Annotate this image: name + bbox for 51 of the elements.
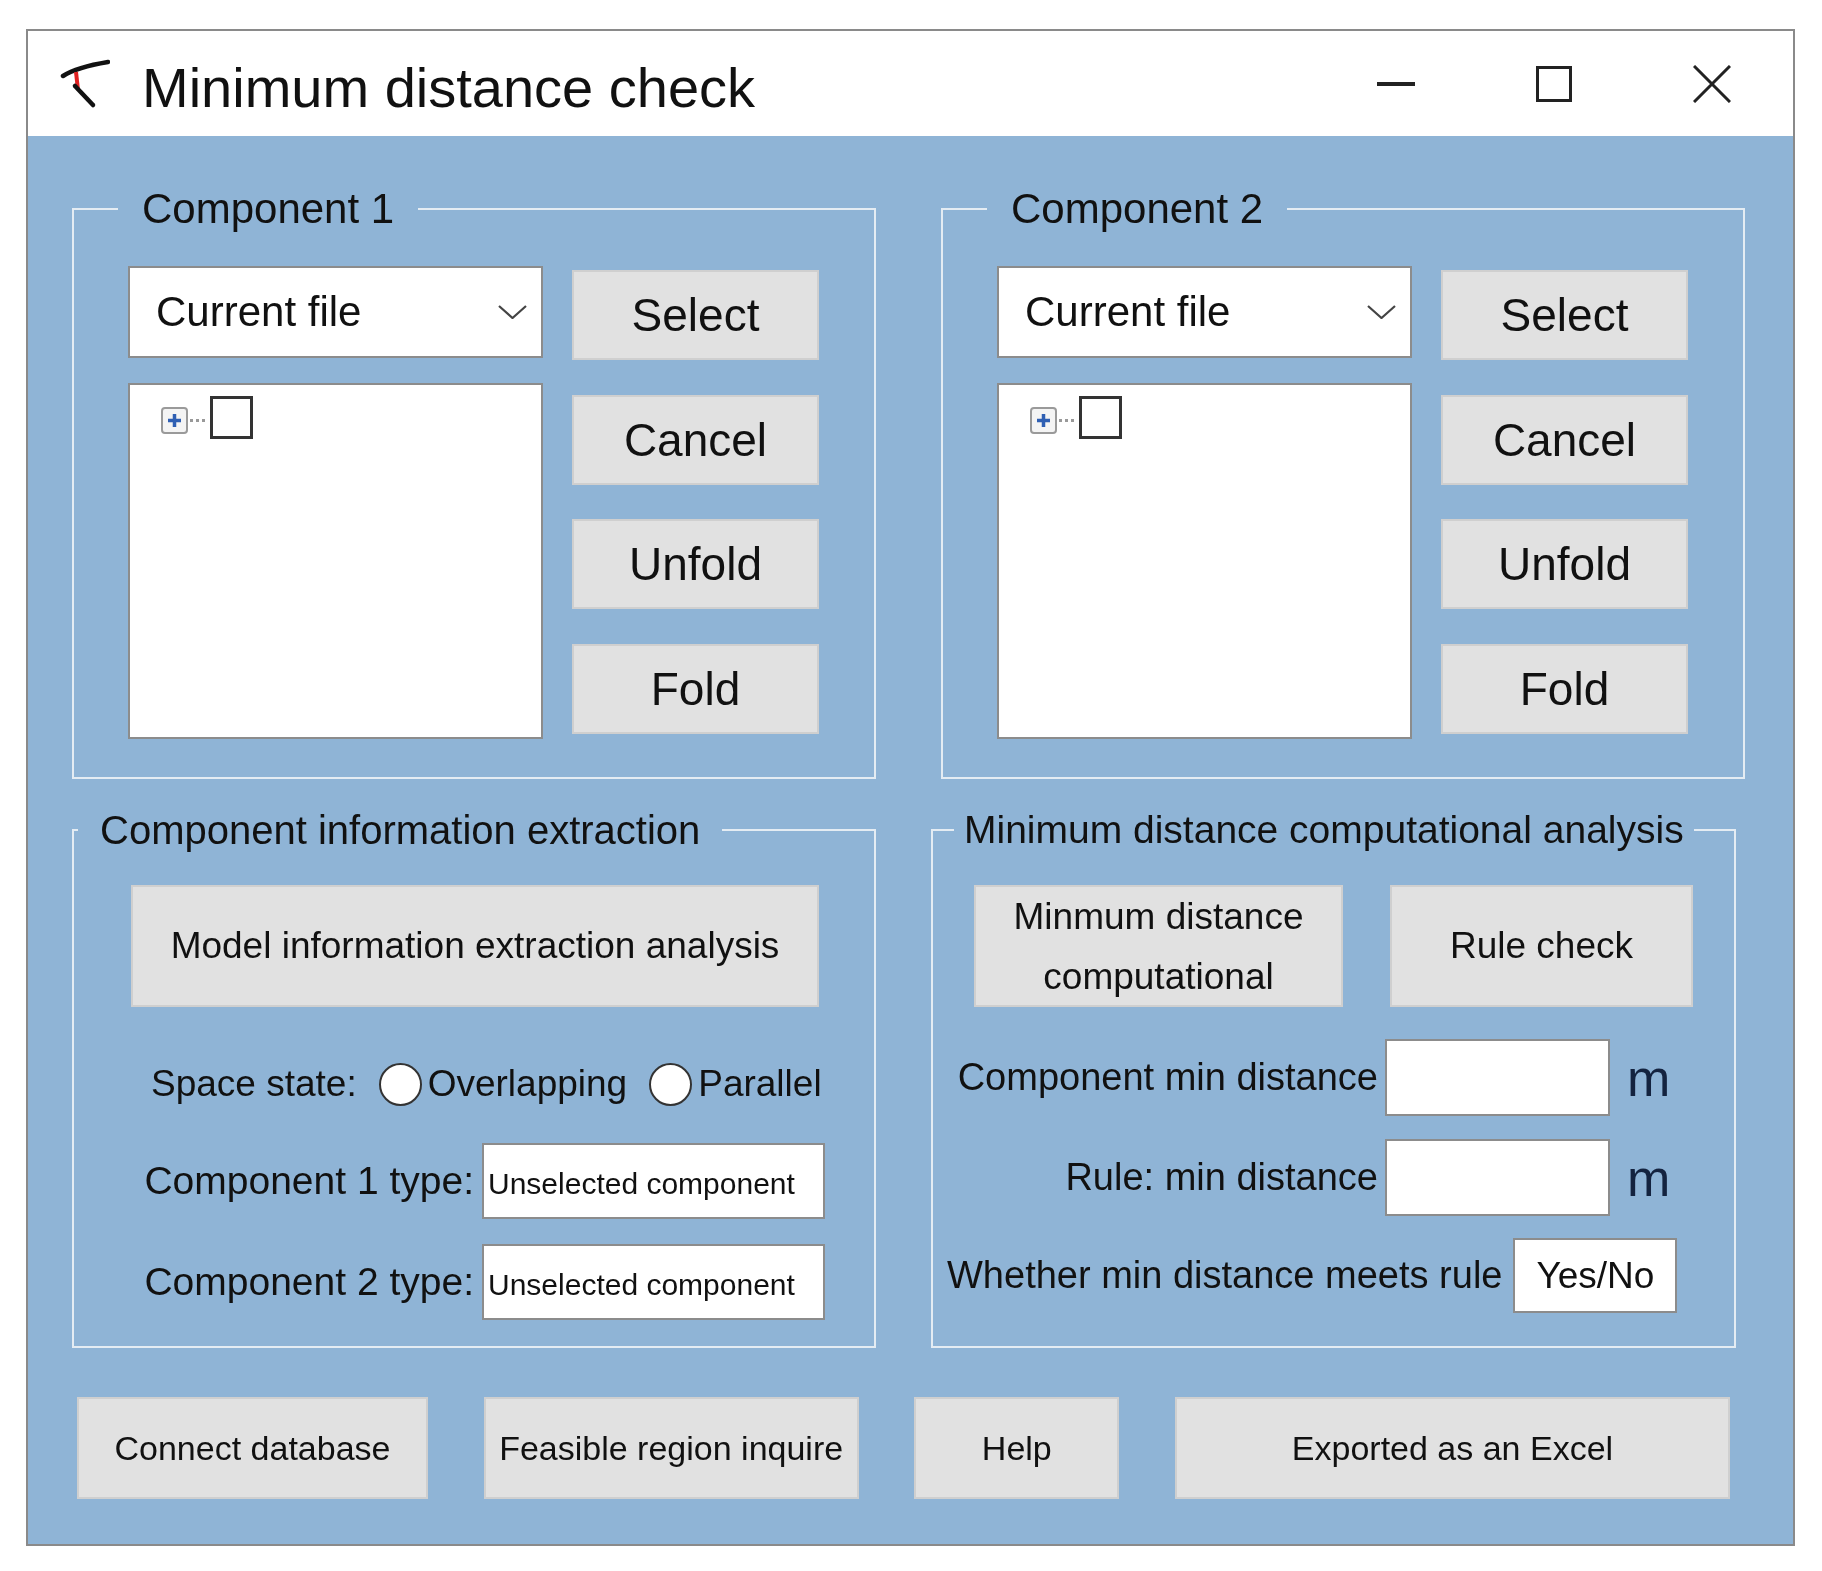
- action-button[interactable]: Cancel: [572, 394, 819, 485]
- action-button[interactable]: Select: [1441, 270, 1688, 360]
- action-button[interactable]: Rule check: [1390, 885, 1693, 1007]
- tree-line: [188, 419, 206, 422]
- action-button[interactable]: Connect database: [77, 1397, 428, 1499]
- value-field[interactable]: Yes/No: [1513, 1238, 1678, 1313]
- source-dropdown[interactable]: Current file: [128, 266, 543, 358]
- value-field[interactable]: [1385, 1039, 1610, 1116]
- app-icon: [60, 58, 110, 109]
- group-title: Component 1: [141, 185, 396, 233]
- plus-icon[interactable]: [1030, 407, 1057, 434]
- radio-label[interactable]: Parallel: [698, 1063, 822, 1105]
- action-button[interactable]: Select: [572, 270, 819, 360]
- type-field: Unselected component: [482, 1244, 825, 1320]
- chevron-down-icon: [1367, 305, 1396, 319]
- field-label: Rule: min distance: [1064, 1156, 1378, 1199]
- action-button[interactable]: Unfold: [572, 519, 819, 610]
- radio-button[interactable]: [649, 1062, 693, 1106]
- action-button[interactable]: Feasible region inquire: [483, 1397, 859, 1499]
- field-label: Component 1 type:: [144, 1159, 474, 1203]
- value-field[interactable]: [1385, 1139, 1610, 1216]
- action-button[interactable]: Fold: [1441, 643, 1688, 734]
- action-button[interactable]: Cancel: [1441, 394, 1688, 485]
- unit-label: m: [1627, 1047, 1671, 1108]
- group-title: Component 2: [1010, 185, 1265, 233]
- maximize-icon[interactable]: [1536, 65, 1572, 102]
- radio-button[interactable]: [378, 1062, 422, 1106]
- node-checkbox[interactable]: [1079, 396, 1122, 439]
- action-button[interactable]: Minmum distance computational: [974, 885, 1343, 1007]
- radio-label[interactable]: Overlapping: [427, 1063, 628, 1105]
- minimize-icon[interactable]: [1377, 81, 1415, 86]
- type-field: Unselected component: [482, 1143, 825, 1219]
- window-title: Minimum distance check: [142, 54, 756, 120]
- field-label: Whether min distance meets rule: [947, 1254, 1503, 1297]
- field-label: Component min distance: [956, 1056, 1378, 1099]
- chevron-down-icon: [498, 305, 527, 319]
- action-button[interactable]: Help: [914, 1397, 1120, 1499]
- action-button[interactable]: Model information extraction analysis: [131, 885, 819, 1007]
- node-checkbox[interactable]: [210, 396, 253, 439]
- unit-label: m: [1627, 1147, 1671, 1208]
- field-label: Component 2 type:: [144, 1260, 474, 1304]
- plus-icon[interactable]: [161, 407, 188, 434]
- action-button[interactable]: Exported as an Excel: [1174, 1397, 1730, 1499]
- field-label: Space state:: [151, 1063, 357, 1105]
- action-button[interactable]: Fold: [572, 643, 819, 734]
- tree-line: [1057, 419, 1075, 422]
- group-title: Component information extraction: [99, 808, 702, 852]
- action-button[interactable]: Unfold: [1441, 519, 1688, 610]
- close-icon[interactable]: [1693, 64, 1731, 103]
- source-dropdown[interactable]: Current file: [997, 266, 1412, 358]
- group-title: Minimum distance computational analysis: [963, 808, 1685, 852]
